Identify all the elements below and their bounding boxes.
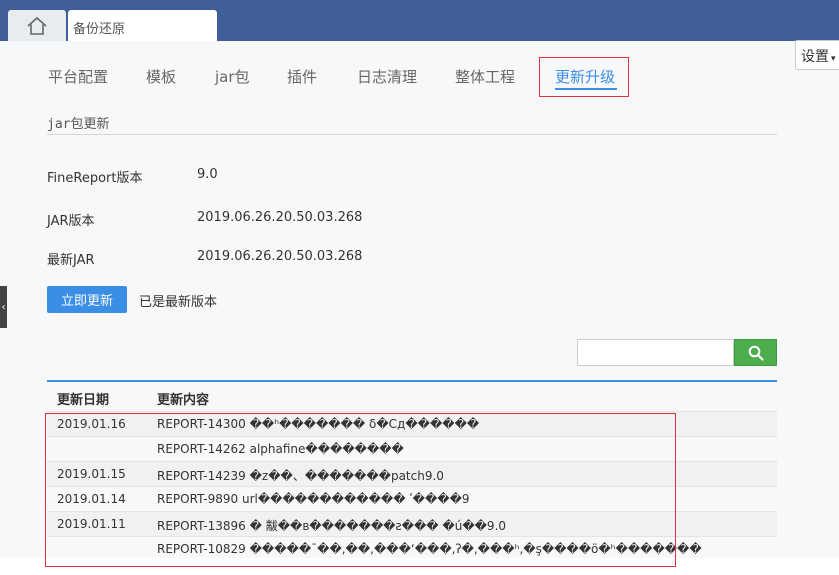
section-title: jar包更新 [47,117,110,132]
search-icon [748,345,764,361]
rows-highlight-box [45,413,676,567]
jar-version-label: JAR版本 [47,214,95,229]
tab-log-cleanup[interactable]: 日志清理 [357,66,417,87]
search-button[interactable] [734,339,777,366]
top-bar: 备份还原 [0,0,839,41]
home-button[interactable] [8,10,66,41]
active-tab-highlight-box [539,57,629,97]
version-value: 9.0 [197,167,218,182]
tab-whole-project[interactable]: 整体工程 [455,66,515,87]
jar-version-value: 2019.06.26.20.50.03.268 [197,210,363,225]
settings-dropdown[interactable]: 设置 ▾ [795,40,839,70]
update-status-text: 已是最新版本 [139,295,218,310]
tab-platform-config[interactable]: 平台配置 [48,66,108,87]
latest-jar-label: 最新JAR [47,253,95,268]
column-header-date: 更新日期 [57,393,110,408]
tab-plugins[interactable]: 插件 [287,66,317,87]
collapse-arrow-icon[interactable]: ‹ [0,286,7,328]
tab-backup-restore[interactable]: 备份还原 [68,10,217,41]
settings-label: 设置 [801,49,829,65]
home-icon [27,16,47,35]
section-divider [47,134,777,135]
latest-jar-value: 2019.06.26.20.50.03.268 [197,249,363,264]
table-header-line [47,380,777,382]
column-header-content: 更新内容 [157,393,210,408]
search-input[interactable] [577,339,734,366]
chevron-down-icon: ▾ [831,54,836,64]
tab-templates[interactable]: 模板 [146,66,176,87]
tab-jar[interactable]: jar包 [215,66,250,87]
update-now-button[interactable]: 立即更新 [47,286,127,313]
version-label: FineReport版本 [47,171,143,186]
